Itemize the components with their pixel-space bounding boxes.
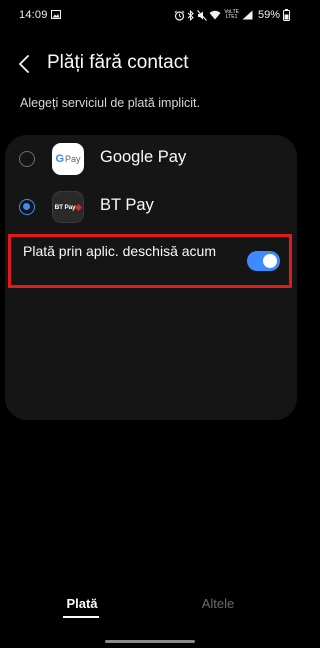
active-tab-indicator (63, 616, 99, 618)
bluetooth-icon (187, 9, 195, 21)
mute-icon (197, 9, 208, 21)
option-label: Plată prin aplic. deschisă acum (23, 243, 216, 259)
radio-button-google-pay[interactable] (19, 151, 35, 167)
payment-option-google-pay[interactable]: G Pay Google Pay (5, 135, 297, 183)
status-time: 14:09 (19, 9, 48, 21)
page-title: Plăți fără contact (47, 52, 189, 73)
pay-with-open-app-toggle[interactable] (247, 251, 280, 271)
wifi-icon (209, 10, 221, 20)
bottom-tabs: Plată Altele (0, 596, 299, 626)
app-name-bt-pay: BT Pay (100, 196, 154, 214)
radio-button-bt-pay[interactable] (19, 199, 35, 215)
page-description: Alegeți serviciul de plată implicit. (20, 96, 200, 110)
payment-option-bt-pay[interactable]: BT Pay BT Pay (5, 183, 297, 231)
toggle-knob (263, 254, 277, 268)
google-pay-icon: G Pay (52, 143, 84, 175)
payment-services-card: G Pay Google Pay BT Pay BT Pay Plată prin… (5, 135, 297, 420)
battery-icon (283, 9, 290, 21)
gallery-notification-icon (51, 10, 61, 19)
status-icons: VoLTE LTE1 59% (174, 8, 290, 22)
header: Plăți fără contact (0, 44, 299, 84)
tab-altele[interactable]: Altele (188, 596, 248, 611)
pay-with-open-app-option[interactable]: Plată prin aplic. deschisă acum (5, 236, 297, 286)
network-type-label: VoLTE LTE1 (224, 9, 239, 20)
navigation-gesture-bar[interactable] (105, 640, 195, 643)
signal-icon (242, 10, 253, 20)
bt-pay-icon: BT Pay (52, 191, 84, 223)
battery-percent: 59% (257, 9, 280, 21)
back-arrow-icon[interactable] (17, 54, 31, 74)
alarm-icon (174, 10, 185, 21)
tab-plata[interactable]: Plată (52, 596, 112, 611)
status-bar: 14:09 VoLTE LTE1 59% (0, 0, 299, 30)
app-name-google-pay: Google Pay (100, 148, 187, 166)
